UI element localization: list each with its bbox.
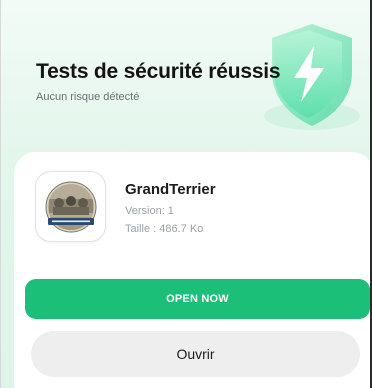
frame-border-left xyxy=(0,0,1,388)
page-subtitle: Aucun risque détecté xyxy=(36,91,140,103)
app-version: Version: 1 xyxy=(125,205,174,217)
app-logo-icon xyxy=(35,171,106,242)
app-name: GrandTerrier xyxy=(125,181,216,198)
page-title: Tests de sécurité réussis xyxy=(36,60,281,83)
security-scan-screen: Tests de sécurité réussis Aucun risque d… xyxy=(0,0,372,388)
open-button[interactable]: Ouvrir xyxy=(31,331,360,377)
open-now-button[interactable]: OPEN NOW xyxy=(25,279,370,319)
app-size: Taille : 486.7 Ko xyxy=(125,223,204,235)
